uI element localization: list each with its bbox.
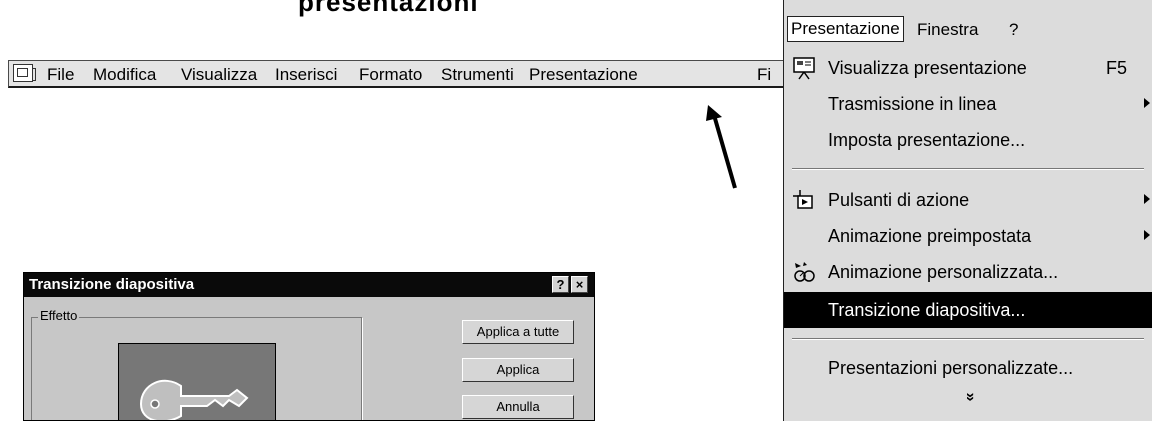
menu-header-help[interactable]: ? — [1006, 18, 1021, 42]
menu-item-visualizza-presentazione[interactable]: Visualizza presentazione F5 — [784, 50, 1152, 86]
menu-inserisci[interactable]: Inserisci — [275, 65, 337, 85]
menu-formato[interactable]: Formato — [359, 65, 422, 85]
menubar: File Modifica Visualizza Inserisci Forma… — [8, 60, 785, 88]
menu-strumenti[interactable]: Strumenti — [441, 65, 514, 85]
menu-finestra-cut[interactable]: Fi — [757, 65, 771, 85]
submenu-arrow-icon — [1144, 98, 1150, 108]
menu-item-label: Animazione personalizzata... — [828, 262, 1059, 282]
expand-menu-chevron-icon[interactable]: » — [961, 387, 979, 407]
menu-visualizza[interactable]: Visualizza — [181, 65, 257, 85]
menu-item-presentazioni-personalizzate[interactable]: Presentazioni personalizzate... — [784, 350, 1152, 386]
help-button[interactable]: ? — [552, 276, 569, 293]
menu-item-label: Visualizza presentazione — [828, 58, 1027, 78]
menu-header-finestra[interactable]: Finestra — [914, 18, 981, 42]
shortcut-label: F5 — [1106, 58, 1128, 78]
page-heading-fragment: presentazioni — [298, 0, 479, 17]
action-button-icon — [793, 190, 813, 209]
dialog-title-bar: Transizione diapositiva ? × — [24, 273, 594, 297]
menu-item-label: Presentazioni personalizzate... — [828, 358, 1074, 378]
dialog-title: Transizione diapositiva — [29, 276, 195, 293]
cancel-button[interactable]: Annulla — [462, 395, 574, 419]
menu-separator — [792, 338, 1144, 340]
menu-item-label: Trasmissione in linea — [828, 94, 997, 114]
menu-item-label: Animazione preimpostata — [828, 226, 1032, 246]
menu-file[interactable]: File — [47, 65, 74, 85]
transition-preview — [118, 343, 276, 420]
transizione-diapositiva-dialog: Transizione diapositiva ? × Effetto Appl… — [23, 272, 595, 421]
menu-modifica[interactable]: Modifica — [93, 65, 156, 85]
custom-animation-icon — [794, 262, 815, 282]
menu-header-bar: Presentazione Finestra ? — [784, 12, 1152, 42]
menu-item-transizione-diapositiva[interactable]: Transizione diapositiva... — [784, 292, 1152, 328]
slideshow-icon — [793, 57, 815, 80]
submenu-arrow-icon — [1144, 194, 1150, 204]
menu-item-trasmissione-in-linea[interactable]: Trasmissione in linea — [784, 86, 1152, 122]
apply-button[interactable]: Applica — [462, 358, 574, 382]
presentazione-menu: Presentazione Finestra ? Visualizza pres… — [783, 0, 1152, 421]
menu-item-label: Pulsanti di azione — [828, 190, 970, 210]
submenu-arrow-icon — [1144, 230, 1150, 240]
effetto-group-label: Effetto — [38, 308, 80, 323]
menu-item-pulsanti-di-azione[interactable]: Pulsanti di azione — [784, 182, 1152, 218]
menu-item-imposta-presentazione[interactable]: Imposta presentazione... — [784, 122, 1152, 158]
menu-presentazione[interactable]: Presentazione — [529, 65, 638, 85]
key-icon — [139, 379, 249, 420]
menu-header-presentazione[interactable]: Presentazione — [787, 16, 904, 42]
menu-item-label: Imposta presentazione... — [828, 130, 1026, 150]
apply-to-all-button[interactable]: Applica a tutte — [462, 320, 574, 344]
menu-item-animazione-personalizzata[interactable]: Animazione personalizzata... — [784, 254, 1152, 290]
document-icon[interactable] — [13, 64, 36, 82]
menu-separator — [792, 168, 1144, 170]
close-button[interactable]: × — [571, 276, 588, 293]
menu-item-label: Transizione diapositiva... — [828, 300, 1026, 320]
menu-item-animazione-preimpostata[interactable]: Animazione preimpostata — [784, 218, 1152, 254]
pointer-arrow-icon — [706, 105, 737, 189]
